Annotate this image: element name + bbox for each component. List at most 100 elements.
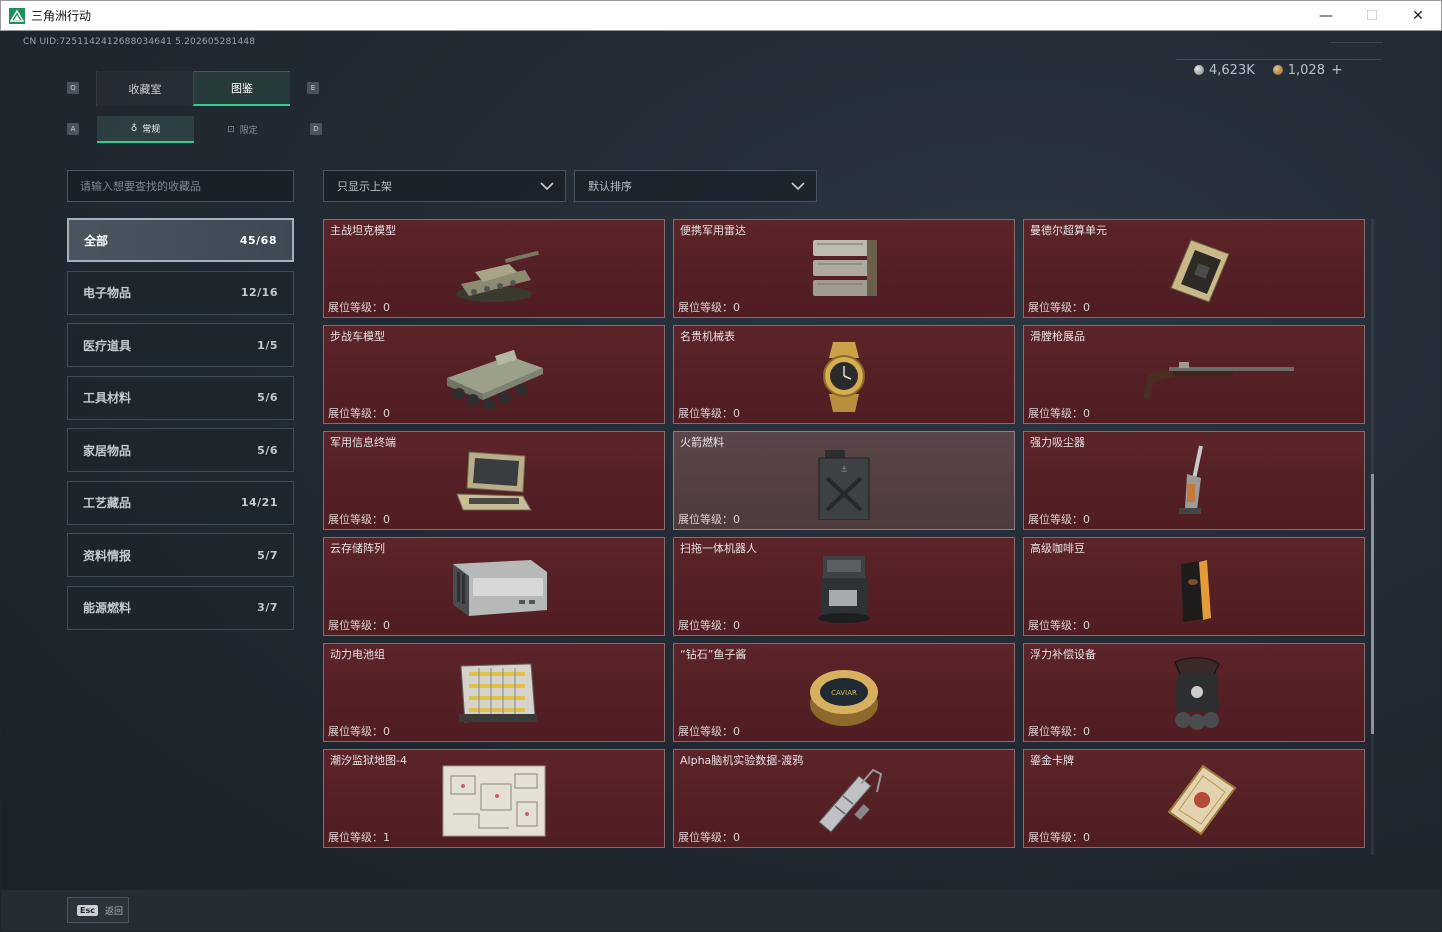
item-card-bcd[interactable]: 浮力补偿设备 展位等级：0 — [1023, 643, 1365, 742]
minimize-button[interactable]: — — [1303, 1, 1349, 31]
back-label: 返回 — [104, 906, 123, 917]
grid-scrollbar-thumb[interactable] — [1371, 474, 1374, 734]
category-list: 全部 45/68 电子物品 12/16 医疗道具 1/5 工具材料 5/6 家居物品 5/… — [67, 218, 294, 638]
battery-pack-icon — [459, 663, 537, 723]
radar-icon — [813, 240, 877, 296]
bottom-bar — [1, 890, 1441, 931]
game-area: CN UID:7251142412688034641 5.20260528144… — [1, 31, 1441, 931]
item-card-alpha-data[interactable]: Alpha脑机实验数据-渡鸦 展位等级：0 — [673, 749, 1015, 848]
item-card-gilded-card[interactable]: 鎏金卡牌 展位等级：0 — [1023, 749, 1365, 848]
key-hint-a: A — [67, 123, 79, 135]
category-count: 5/6 — [257, 443, 278, 457]
item-name: “钻石”鱼子酱 — [680, 648, 747, 661]
watch-icon — [823, 342, 865, 412]
category-label: 医疗道具 — [83, 338, 132, 353]
grid-scrollbar[interactable] — [1371, 219, 1374, 855]
item-name: 主战坦克模型 — [330, 224, 396, 237]
item-card-robot-mop[interactable]: 扫拖一体机器人 展位等级：0 — [673, 537, 1015, 636]
item-card-ifv[interactable]: 步战车模型 展位等级：0 — [323, 325, 665, 424]
sub-tabs: ♁ 常规 ⊡ 限定 — [97, 116, 291, 143]
search-input[interactable]: 请输入想要查找的收藏品 — [67, 170, 294, 202]
flask-icon: ♁ — [130, 123, 138, 134]
item-name: 浮力补偿设备 — [1030, 648, 1096, 661]
tab-limited[interactable]: ⊡ 限定 — [194, 116, 291, 143]
category-electronics[interactable]: 电子物品 12/16 — [67, 270, 294, 315]
category-tools[interactable]: 工具材料 5/6 — [67, 375, 294, 420]
item-name: 曼德尔超算单元 — [1030, 224, 1107, 237]
shelf-filter-label: 只显示上架 — [337, 180, 392, 193]
item-card-prison-map[interactable]: 潮汐监狱地图-4 展位等级：1 — [323, 749, 665, 848]
item-card-watch[interactable]: 名贵机械表 展位等级：0 — [673, 325, 1015, 424]
item-card-vacuum[interactable]: 强力吸尘器 展位等级：0 — [1023, 431, 1365, 530]
chevron-down-icon — [791, 182, 805, 191]
category-count: 12/16 — [240, 286, 278, 299]
maximize-button[interactable]: ☐ — [1349, 1, 1395, 31]
category-label: 工艺藏品 — [83, 496, 132, 510]
category-label: 家居物品 — [83, 443, 132, 458]
coffee-bag-icon — [1181, 560, 1211, 622]
tank-icon — [456, 250, 539, 302]
category-household[interactable]: 家居物品 5/6 — [67, 428, 294, 472]
window-title: 三角洲行动 — [31, 9, 92, 23]
item-level: 展位等级：0 — [1028, 831, 1090, 844]
category-intel[interactable]: 资料情报 5/7 — [67, 533, 294, 577]
category-crafts[interactable]: 工艺藏品 14/21 — [67, 480, 294, 525]
item-name: 步战车模型 — [330, 330, 385, 343]
app-logo-icon — [9, 7, 25, 24]
item-level: 展位等级：0 — [328, 619, 390, 632]
item-card-supercomputer[interactable]: 曼德尔超算单元 展位等级：0 — [1023, 219, 1365, 318]
item-level: 展位等级：0 — [678, 619, 740, 632]
sort-dropdown[interactable]: 默认排序 — [574, 170, 817, 202]
category-label: 能源燃料 — [83, 601, 132, 615]
item-level: 展位等级：0 — [328, 301, 390, 314]
gilded-card-icon — [1167, 764, 1237, 836]
item-card-battery[interactable]: 动力电池组 展位等级：0 — [323, 643, 665, 742]
item-level: 展位等级：0 — [678, 301, 740, 314]
svg-text:CAVIAR: CAVIAR — [831, 689, 857, 697]
item-card-musket[interactable]: 滑膛枪展品 展位等级：0 — [1023, 325, 1365, 424]
item-name: Alpha脑机实验数据-渡鸦 — [680, 754, 804, 767]
shelf-filter-dropdown[interactable]: 只显示上架 — [323, 170, 566, 202]
item-card-coffee[interactable]: 高级咖啡豆 展位等级：0 — [1023, 537, 1365, 636]
item-level: 展位等级：0 — [328, 513, 390, 526]
key-hint-d: D — [310, 123, 322, 135]
tab-regular[interactable]: ♁ 常规 — [97, 116, 194, 143]
item-card-rocket-fuel[interactable]: 火箭燃料 ⚓ 展位等级：0 — [673, 431, 1015, 530]
category-all[interactable]: 全部 45/68 — [67, 218, 294, 262]
category-count: 5/6 — [257, 391, 278, 404]
item-card-cloud-storage[interactable]: 云存储阵列 展位等级：0 — [323, 537, 665, 636]
buoyancy-device-icon — [1174, 657, 1220, 730]
chip-icon — [1170, 239, 1230, 303]
esc-key-icon: Esc — [77, 904, 98, 916]
category-medical[interactable]: 医疗道具 1/5 — [67, 323, 294, 367]
tab-regular-label: 常规 — [142, 125, 161, 135]
item-name: 云存储阵列 — [330, 542, 385, 555]
data-drive-icon — [818, 768, 883, 833]
key-hint-e: E — [307, 82, 319, 94]
chevron-down-icon — [540, 182, 554, 191]
image-icon: ⊡ — [227, 124, 235, 135]
item-level: 展位等级：0 — [1028, 301, 1090, 314]
category-count: 14/21 — [240, 496, 278, 509]
add-currency-button[interactable]: + — [1331, 62, 1343, 78]
tab-collection-room[interactable]: 收藏室 — [96, 71, 193, 106]
item-name: 便携军用雷达 — [680, 224, 746, 237]
silver-currency: 4,623K — [1194, 63, 1255, 78]
item-card-tank[interactable]: 主战坦克模型 展位等级：0 — [323, 219, 665, 318]
category-count: 1/5 — [257, 338, 278, 352]
item-name: 动力电池组 — [330, 648, 385, 661]
item-level: 展位等级：0 — [678, 831, 740, 844]
decor-line — [1176, 59, 1382, 60]
item-card-radar[interactable]: 便携军用雷达 展位等级：0 — [673, 219, 1015, 318]
item-card-terminal[interactable]: 军用信息终端 展位等级：0 — [323, 431, 665, 530]
item-name: 鎏金卡牌 — [1030, 754, 1074, 767]
player-uid: CN UID:7251142412688034641 5.20260528144… — [23, 37, 256, 47]
window-titlebar: 三角洲行动 — ☐ ✕ — [0, 0, 1442, 31]
currency-display: 4,623K 1,028 + — [1194, 62, 1343, 78]
category-fuel[interactable]: 能源燃料 3/7 — [67, 585, 294, 630]
item-card-caviar[interactable]: “钻石”鱼子酱 CAVIAR 展位等级：0 — [673, 643, 1015, 742]
close-button[interactable]: ✕ — [1395, 1, 1441, 31]
back-button[interactable]: Esc 返回 — [67, 897, 129, 923]
tab-catalog[interactable]: 图鉴 — [193, 71, 290, 106]
jerrycan-icon: ⚓ — [818, 450, 870, 520]
